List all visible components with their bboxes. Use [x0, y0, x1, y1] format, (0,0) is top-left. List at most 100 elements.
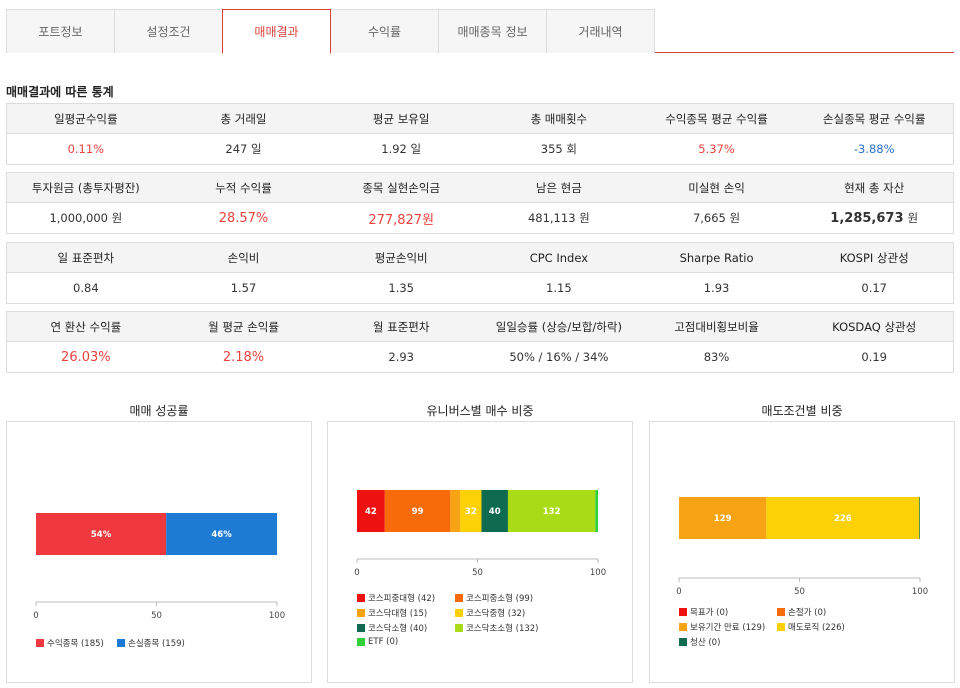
stat-value-daily-avg-return: 0.11% [67, 142, 105, 156]
legend-item[interactable]: 코스닥초소형 (132) [455, 622, 538, 634]
stat-header: 종목 실현손익금 [362, 180, 441, 195]
stat-value-principal: 1,000,000 원 [49, 211, 123, 225]
x-tick-label: 0 [354, 568, 359, 578]
legend-item[interactable]: 코스닥소형 (40) [357, 622, 427, 634]
stats-value-row: 0.84 1.57 1.35 1.15 1.93 0.17 [7, 273, 953, 303]
stats-header-row: 투자원금 (총투자평잔) 누적 수익률 종목 실현손익금 남은 현금 미실현 손… [7, 173, 953, 203]
bar-segment [595, 490, 598, 532]
stat-header: 고점대비횡보비율 [674, 319, 759, 334]
tab-settings[interactable]: 설정조건 [114, 9, 223, 53]
x-tick-label: 100 [912, 587, 928, 597]
bar-data-label: 32 [465, 507, 477, 517]
chart-title-success-rate: 매매 성공률 [129, 404, 189, 418]
x-tick-label: 100 [590, 568, 606, 578]
stat-value-kospi-correlation: 0.17 [861, 281, 887, 295]
legend-label: 보유기간 만료 (129) [690, 623, 766, 633]
legend-label: 손절가 (0) [788, 608, 827, 618]
legend-item[interactable]: 보유기간 만료 (129) [679, 621, 765, 633]
tab-port-info[interactable]: 포트정보 [6, 9, 115, 53]
chart-universe-buy: 42 99 32 40 132 0 50 100 코스피중대형 (42) 코스피중소형 (99) 코… [327, 421, 633, 683]
stat-header: 일 표준편차 [57, 250, 115, 265]
stat-value-sideways-ratio: 83% [703, 350, 730, 364]
legend-swatch [36, 639, 44, 647]
stat-header: 손실종목 평균 수익률 [822, 111, 926, 126]
stat-header: 현재 총 자산 [844, 180, 905, 195]
bar-data-label: 132 [543, 507, 561, 517]
legend-swatch [357, 609, 365, 617]
bar-segment [919, 497, 920, 539]
legend-label: 코스피중대형 (42) [368, 594, 436, 604]
legend-swatch [117, 639, 125, 647]
stat-value-cumulative-return: 28.57% [218, 210, 269, 226]
legend-item[interactable]: 손실종목 (159) [117, 637, 185, 649]
stat-value-monthly-stddev: 2.93 [388, 350, 414, 364]
legend-swatch [777, 623, 785, 631]
legend-swatch [679, 623, 687, 631]
stat-value-realized-pnl: 277,827원 [368, 212, 435, 228]
legend-item[interactable]: 코스닥대형 (15) [357, 607, 427, 619]
legend-item[interactable]: 코스닥중형 (32) [455, 607, 525, 619]
x-tick-label: 0 [33, 611, 38, 621]
legend-swatch [357, 624, 365, 632]
chart-title-sell-condition: 매도조건별 비중 [761, 404, 843, 418]
tab-trade-history[interactable]: 거래내역 [546, 9, 655, 53]
stats-value-row: 0.11% 247 일 1.92 일 355 회 5.37% -3.88% [7, 134, 953, 164]
legend-label: 코스닥초소형 (132) [466, 624, 539, 634]
stat-header: 누적 수익률 [215, 180, 272, 195]
legend-swatch [679, 638, 687, 646]
stat-value-remaining-cash: 481,113 원 [527, 211, 590, 225]
bar-data-label: 46% [211, 530, 232, 540]
chart-sell-condition: 129 226 0 50 100 목표가 (0) 손절가 (0) 보유기간 만료 (129) 매… [649, 421, 955, 683]
legend-item[interactable]: 매도로직 (226) [777, 621, 845, 633]
bar-data-label: 42 [365, 507, 377, 517]
stat-value-loss-avg-return: -3.88% [853, 142, 895, 156]
legend-item[interactable]: 수익종목 (185) [36, 637, 104, 649]
legend-label: ETF (0) [368, 637, 399, 647]
stats-table-4: 연 환산 수익률 월 평균 손익률 월 표준편차 일일승률 (상승/보합/하락)… [6, 311, 954, 373]
legend-swatch [357, 638, 365, 646]
stat-header: 총 매매횟수 [530, 111, 588, 126]
legend-item[interactable]: 목표가 (0) [679, 606, 728, 618]
stat-header: 남은 현금 [535, 180, 582, 195]
stats-header-row: 일평균수익률 총 거래일 평균 보유일 총 매매횟수 수익종목 평균 수익률 손… [7, 104, 953, 134]
legend-swatch [777, 608, 785, 616]
tab-trade-result[interactable]: 매매결과 [222, 9, 331, 54]
stats-value-row: 1,000,000 원 28.57% 277,827원 481,113 원 7,… [7, 203, 953, 233]
stat-header: KOSPI 상관성 [839, 250, 909, 265]
stats-table-1: 일평균수익률 총 거래일 평균 보유일 총 매매횟수 수익종목 평균 수익률 손… [6, 103, 954, 165]
stat-header: CPC Index [529, 250, 588, 265]
legend-item[interactable]: 청산 (0) [679, 636, 720, 648]
stat-header: 평균 보유일 [372, 111, 430, 126]
bar-data-label: 40 [489, 507, 501, 517]
stat-value-avg-pl-ratio: 1.35 [388, 281, 414, 295]
stat-header: 월 표준편차 [372, 319, 430, 334]
stat-header: 일일승률 (상승/보합/하락) [495, 319, 622, 334]
x-tick-label: 100 [269, 611, 285, 621]
stat-value-monthly-avg-return: 2.18% [222, 349, 265, 365]
tab-returns[interactable]: 수익률 [330, 9, 439, 53]
bar-data-label: 226 [834, 514, 852, 524]
legend-label: 코스피중소형 (99) [466, 594, 534, 604]
stat-value-total-assets: 1,285,673 [830, 210, 904, 226]
legend-item[interactable]: 코스피중소형 (99) [455, 592, 533, 604]
stat-value-cpc-index: 1.15 [546, 281, 572, 295]
stat-unit: 원 [907, 211, 919, 225]
legend-label: 청산 (0) [690, 638, 721, 648]
stats-header-row: 연 환산 수익률 월 평균 손익률 월 표준편차 일일승률 (상승/보합/하락)… [7, 312, 953, 342]
legend-swatch [357, 594, 365, 602]
stat-header: 총 거래일 [220, 111, 267, 126]
legend-item[interactable]: 코스피중대형 (42) [357, 592, 435, 604]
legend-label: 매도로직 (226) [788, 623, 845, 633]
stats-value-row: 26.03% 2.18% 2.93 50% / 16% / 34% 83% 0.… [7, 342, 953, 372]
stat-header: Sharpe Ratio [679, 250, 754, 265]
legend-swatch [455, 609, 463, 617]
stat-value-avg-holding-days: 1.92 일 [381, 142, 422, 156]
stats-table-3: 일 표준편차 손익비 평균손익비 CPC Index Sharpe Ratio … [6, 242, 954, 304]
tab-trade-stock-info[interactable]: 매매종목 정보 [438, 9, 547, 53]
chart-title-universe-buy: 유니버스별 매수 비중 [426, 404, 534, 418]
legend-item[interactable]: ETF (0) [357, 637, 398, 647]
section-title: 매매결과에 따른 통계 [6, 85, 114, 99]
legend-label: 손실종목 (159) [128, 639, 185, 649]
legend-item[interactable]: 손절가 (0) [777, 606, 826, 618]
stat-value-daily-stddev: 0.84 [73, 281, 99, 295]
